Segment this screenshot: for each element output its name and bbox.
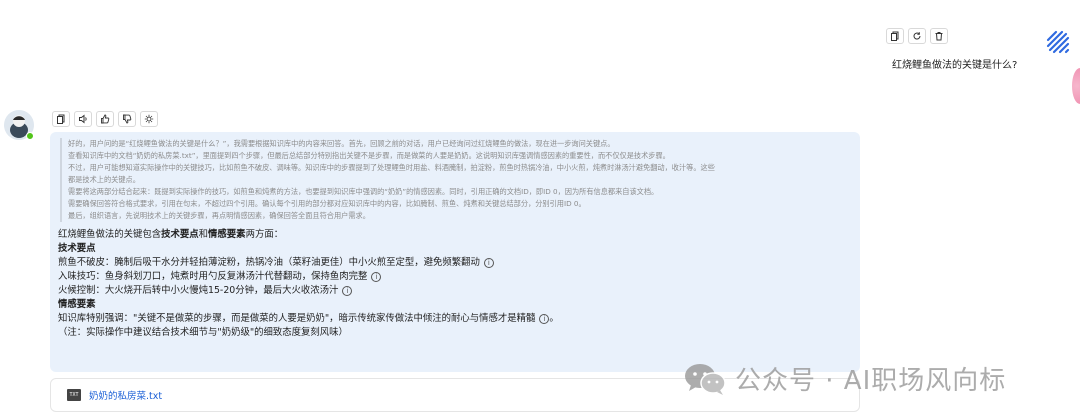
- reasoning-line: 不过，用户可能想知道实际操作中的关键技巧，比如煎鱼不破皮、调味等。知识库中的步骤…: [68, 163, 715, 172]
- wechat-icon: [685, 363, 726, 395]
- brand-logo-icon: [1046, 30, 1070, 54]
- copy-answer-button[interactable]: [52, 111, 70, 127]
- reasoning-line: 好的，用户问的是“红烧鲤鱼做法的关键是什么？”，我需要根据知识库中的内容来回答。…: [68, 139, 615, 148]
- tech-item: 火候控制：大火烧开后转中小火慢炖15-20分钟，最后大火收浓汤汁 i: [58, 284, 852, 298]
- bot-answer-card: 好的，用户问的是“红烧鲤鱼做法的关键是什么？”，我需要根据知识库中的内容来回答。…: [50, 132, 860, 372]
- floating-pink-bubble[interactable]: [1072, 68, 1080, 104]
- answer-intro: 红烧鲤鱼做法的关键包含技术要点和情感要素两方面：: [58, 229, 284, 240]
- reasoning-line: 查看知识库中的文档“奶奶的私房菜.txt”，里面提到四个步骤，但最后总结部分特别…: [68, 151, 670, 160]
- reasoning-line: 需要确保回答符合格式要求，引用在句末，不超过四个引用。确认每个引用的部分都对应知…: [68, 199, 586, 208]
- tech-item: 入味技巧：鱼身斜划刀口，炖煮时用勺反复淋汤汁代替翻动，保持鱼肉完整 i: [58, 270, 852, 284]
- online-status-dot: [26, 132, 34, 140]
- reasoning-line: 都是技术上的关键点。: [68, 175, 140, 184]
- speaker-icon: [79, 114, 87, 124]
- reasoning-line: 最后，组织语言，先说明技术上的关键步骤，再点明情感因素，确保回答全面且符合用户需…: [68, 211, 370, 220]
- bot-message-toolbar: [52, 111, 158, 127]
- emotion-text: 知识库特别强调："关键不是做菜的步骤，而是做菜的人要是奶奶"，暗示传统家传做法中…: [58, 313, 559, 324]
- watermark-text: 公众号 · AI职场风向标: [735, 366, 1007, 396]
- tech-heading: 技术要点: [58, 243, 96, 254]
- regenerate-button[interactable]: [908, 28, 926, 44]
- citation-info-icon[interactable]: i: [342, 285, 353, 296]
- like-button[interactable]: [96, 111, 114, 127]
- attachment-link[interactable]: 奶奶的私房菜.txt: [89, 388, 162, 402]
- read-aloud-button[interactable]: [74, 111, 92, 127]
- copy-button[interactable]: [886, 28, 904, 44]
- tech-item: 煎鱼不破皮：腌制后吸干水分并轻拍薄淀粉，热锅冷油（菜籽油更佳）中小火煎至定型，避…: [58, 256, 852, 270]
- answer-body: 红烧鲤鱼做法的关键包含技术要点和情感要素两方面： 技术要点 煎鱼不破皮：腌制后吸…: [58, 228, 852, 340]
- answer-note: （注：实际操作中建议结合技术细节与"奶奶级"的细致态度复刻风味）: [58, 327, 348, 338]
- user-question-text: 红烧鲤鱼做法的关键是什么?: [892, 60, 1018, 71]
- user-message-toolbar: [886, 28, 948, 44]
- copy-icon: [891, 31, 899, 41]
- insight-button[interactable]: [140, 111, 158, 127]
- lightbulb-icon: [144, 114, 154, 124]
- thumbs-up-icon: [101, 114, 110, 124]
- citation-info-icon[interactable]: i: [539, 313, 550, 324]
- refresh-icon: [913, 32, 921, 40]
- txt-file-icon: TXT: [67, 389, 81, 401]
- user-avatar: [1042, 26, 1074, 58]
- delete-button[interactable]: [930, 28, 948, 44]
- delete-icon: [935, 32, 943, 41]
- emotion-heading: 情感要素: [58, 299, 96, 310]
- reasoning-line: 需要将这两部分结合起来：既提到实际操作的技巧，如煎鱼和炖煮的方法，也要提到知识库…: [68, 187, 659, 196]
- reasoning-block: 好的，用户问的是“红烧鲤鱼做法的关键是什么？”，我需要根据知识库中的内容来回答。…: [60, 138, 852, 222]
- watermark: 公众号 · AI职场风向标: [683, 360, 1006, 397]
- copy-icon: [57, 114, 65, 124]
- thumbs-down-icon: [123, 114, 132, 124]
- citation-info-icon[interactable]: i: [483, 257, 494, 268]
- citation-info-icon[interactable]: i: [371, 271, 382, 282]
- dislike-button[interactable]: [118, 111, 136, 127]
